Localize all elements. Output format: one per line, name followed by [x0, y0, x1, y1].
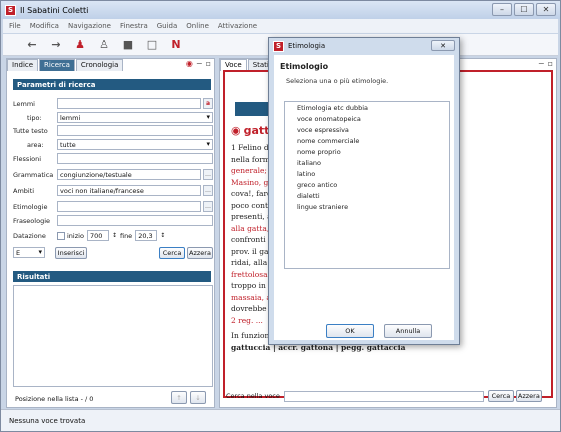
search-in-entry-input[interactable] — [283, 390, 484, 402]
menu-finestra[interactable]: Finestra — [120, 22, 148, 30]
arrow-right-icon[interactable]: → — [49, 38, 63, 52]
label-lemmi: Lemmi — [13, 99, 35, 108]
list-item[interactable]: Etimologia etc dubbia — [285, 102, 449, 113]
arrow-left-icon[interactable]: ← — [25, 38, 39, 52]
list-item[interactable]: greco antico — [285, 179, 449, 190]
list-item[interactable]: italiano — [285, 157, 449, 168]
inizio-spinner-icon[interactable]: ↕ — [112, 232, 117, 239]
status-bar: Nessuna voce trovata — [1, 409, 560, 431]
list-item[interactable]: nome proprio — [285, 146, 449, 157]
etimologie-input[interactable] — [57, 201, 201, 212]
flessioni-input[interactable] — [57, 153, 213, 164]
person-outline-icon[interactable]: ♙ — [97, 38, 111, 52]
azzera-button[interactable]: Azzera — [187, 246, 213, 259]
dialog-title: Etimologia — [288, 42, 326, 50]
dialog-subtitle: Seleziona una o più etimologie. — [286, 77, 389, 85]
tutte-testo-input[interactable] — [57, 125, 213, 136]
label-fraseologie: Fraseologie — [13, 216, 50, 225]
menu-navigazione[interactable]: Navigazione — [68, 22, 111, 30]
results-list[interactable] — [13, 285, 213, 387]
grammatica-picker-button[interactable]: … — [203, 169, 213, 180]
bookmark-icon[interactable]: ■ — [121, 38, 135, 52]
tab-cronologia[interactable]: Cronologia — [75, 59, 124, 71]
menu-file[interactable]: File — [9, 22, 21, 30]
etimologie-list[interactable]: Etimologia etc dubbia voce onomatopeica … — [284, 101, 450, 269]
menu-guida[interactable]: Guida — [157, 22, 178, 30]
entry-azzera-button[interactable]: Azzera — [515, 390, 542, 402]
title-bar: S Il Sabatini Coletti – ☐ ✕ — [1, 1, 560, 19]
area-select[interactable]: tutte — [57, 139, 213, 150]
search-panel: Indice Ricerca Cronologia ◉ − ▫ Parametri … — [6, 58, 215, 408]
fraseologie-input[interactable] — [57, 215, 213, 226]
label-flessioni: Flessioni — [13, 154, 42, 163]
label-area: area: — [27, 140, 44, 149]
datazione-checkbox[interactable] — [57, 231, 65, 240]
person-icon[interactable]: ♟ — [73, 38, 87, 52]
ambiti-input[interactable]: voci non italiane/francese — [57, 185, 201, 196]
list-item[interactable]: nome commerciale — [285, 135, 449, 146]
position-label: Posizione nella lista - / 0 — [15, 395, 94, 403]
label-ambiti: Ambiti — [13, 186, 35, 195]
maximize-button[interactable]: ☐ — [514, 3, 534, 16]
inserisci-button[interactable]: Inserisci — [55, 246, 87, 259]
dialog-body: Etimologio Seleziona una o più etimologi… — [274, 55, 454, 340]
inizio-input[interactable]: 700 — [86, 230, 109, 241]
app-logo-icon: S — [273, 40, 284, 52]
operator-select[interactable]: E — [13, 247, 45, 258]
etimologie-picker-button[interactable]: … — [203, 201, 213, 212]
pin-icon[interactable]: − — [538, 59, 545, 68]
label-inizio: inizio — [67, 231, 84, 240]
search-in-entry-label: Cerca nella voce — [226, 392, 280, 400]
menu-attivazione[interactable]: Attivazione — [218, 22, 257, 30]
list-item[interactable]: latino — [285, 168, 449, 179]
tab-ricerca[interactable]: Ricerca — [39, 59, 75, 71]
ambiti-picker-button[interactable]: … — [203, 185, 213, 196]
target-icon[interactable]: ◉ — [186, 59, 193, 68]
close-button[interactable]: ✕ — [536, 3, 556, 16]
status-text: Nessuna voce trovata — [9, 416, 86, 425]
label-datazione: Datazione — [13, 231, 46, 240]
entry-cerca-button[interactable]: Cerca — [487, 390, 514, 402]
next-result-button[interactable]: ↓ — [190, 391, 206, 404]
etimologia-dialog: S Etimologia ✕ Etimologio Seleziona una … — [268, 37, 460, 345]
tipo-select[interactable]: lemmi — [57, 112, 213, 123]
minimize-button[interactable]: – — [492, 3, 512, 16]
prev-result-button[interactable]: ↑ — [171, 391, 187, 404]
fine-input[interactable]: 20,3 — [135, 230, 158, 241]
lemmi-input[interactable] — [57, 98, 201, 109]
label-tipo: tipo: — [27, 113, 42, 122]
dialog-title-bar: S Etimologia ✕ — [269, 38, 459, 54]
pin-icon[interactable]: − — [196, 59, 203, 68]
cerca-button[interactable]: Cerca — [159, 246, 185, 259]
label-grammatica: Grammatica — [13, 170, 54, 179]
cancel-button[interactable]: Annulla — [384, 324, 432, 338]
results-header: Risultati — [13, 271, 211, 282]
params-header: Parametri di ricerca — [13, 79, 211, 90]
list-item[interactable]: dialetti — [285, 190, 449, 201]
list-item[interactable]: voce espressiva — [285, 124, 449, 135]
lemma-search-icon[interactable]: a — [203, 98, 213, 109]
list-item[interactable]: lingue straniere — [285, 201, 449, 212]
ok-button[interactable]: OK — [326, 324, 374, 338]
tab-indice[interactable]: Indice — [7, 59, 39, 71]
fine-spinner-icon[interactable]: ↕ — [160, 232, 165, 239]
menu-modifica[interactable]: Modifica — [30, 22, 59, 30]
menu-bar: File Modifica Navigazione Finestra Guida… — [3, 19, 558, 33]
label-etimologie: Etimologie — [13, 202, 48, 211]
label-tutte-testo: Tutte testo — [13, 126, 48, 135]
dialog-heading: Etimologio — [280, 62, 329, 71]
list-item[interactable]: voce onomatopeica — [285, 113, 449, 124]
grammatica-input[interactable]: congiunzione/testuale — [57, 169, 201, 180]
restore-icon[interactable]: ▫ — [206, 59, 211, 68]
window-title: Il Sabatini Coletti — [20, 5, 89, 15]
menu-online[interactable]: Online — [186, 22, 209, 30]
target-icon: ◉ — [231, 124, 241, 137]
app-logo-icon: S — [5, 4, 16, 16]
n-logo-icon[interactable]: N — [169, 38, 183, 52]
bookmark-outline-icon[interactable]: □ — [145, 38, 159, 52]
label-fine: fine — [119, 231, 133, 240]
dialog-close-button[interactable]: ✕ — [431, 40, 455, 51]
restore-icon[interactable]: ▫ — [548, 59, 553, 68]
